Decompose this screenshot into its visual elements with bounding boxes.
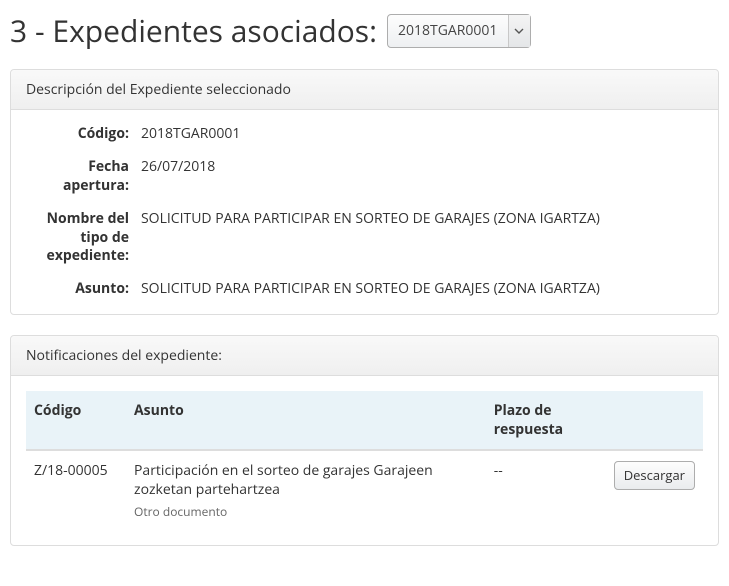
expediente-select-value: 2018TGAR0001 <box>388 15 508 47</box>
cell-asunto-text: Participación en el sorteo de garajes Ga… <box>134 461 478 499</box>
field-value: SOLICITUD PARA PARTICIPAR EN SORTEO DE G… <box>141 210 703 267</box>
notificaciones-panel-body: Código Asunto Plazo de respuesta Z/18-00… <box>11 376 718 545</box>
field-label: Código: <box>26 125 141 144</box>
descargar-button[interactable]: Descargar <box>614 461 695 490</box>
field-asunto: Asunto: SOLICITUD PARA PARTICIPAR EN SOR… <box>26 280 703 299</box>
cell-asunto: Participación en el sorteo de garajes Ga… <box>126 450 486 530</box>
notificaciones-table: Código Asunto Plazo de respuesta Z/18-00… <box>26 391 703 530</box>
col-header-asunto: Asunto <box>126 391 486 450</box>
field-label: Nombre del tipo de expediente: <box>26 210 141 267</box>
cell-codigo: Z/18-00005 <box>26 450 126 530</box>
field-fecha-apertura: Fecha apertura: 26/07/2018 <box>26 158 703 196</box>
col-header-codigo: Código <box>26 391 126 450</box>
field-codigo: Código: 2018TGAR0001 <box>26 125 703 144</box>
section-title-text: 3 - Expedientes asociados: <box>10 10 377 51</box>
col-header-plazo: Plazo de respuesta <box>486 391 606 450</box>
col-header-accion <box>606 391 703 450</box>
descripcion-panel-heading: Descripción del Expediente seleccionado <box>11 70 718 110</box>
section-title: 3 - Expedientes asociados: 2018TGAR0001 <box>10 10 719 51</box>
field-label: Asunto: <box>26 280 141 299</box>
descripcion-panel-body: Código: 2018TGAR0001 Fecha apertura: 26/… <box>11 110 718 314</box>
cell-accion: Descargar <box>606 450 703 530</box>
notificaciones-panel-heading: Notificaciones del expediente: <box>11 336 718 376</box>
notificaciones-panel: Notificaciones del expediente: Código As… <box>10 335 719 546</box>
field-value: SOLICITUD PARA PARTICIPAR EN SORTEO DE G… <box>141 280 703 299</box>
field-tipo-expediente: Nombre del tipo de expediente: SOLICITUD… <box>26 210 703 267</box>
descripcion-panel: Descripción del Expediente seleccionado … <box>10 69 719 315</box>
expediente-select[interactable]: 2018TGAR0001 <box>387 14 531 48</box>
table-row: Z/18-00005 Participación en el sorteo de… <box>26 450 703 530</box>
field-label: Fecha apertura: <box>26 158 141 196</box>
cell-asunto-doc: Otro documento <box>134 503 478 520</box>
table-header-row: Código Asunto Plazo de respuesta <box>26 391 703 450</box>
chevron-down-icon <box>508 15 530 47</box>
field-value: 26/07/2018 <box>141 158 703 196</box>
cell-plazo: -- <box>486 450 606 530</box>
field-value: 2018TGAR0001 <box>141 125 703 144</box>
